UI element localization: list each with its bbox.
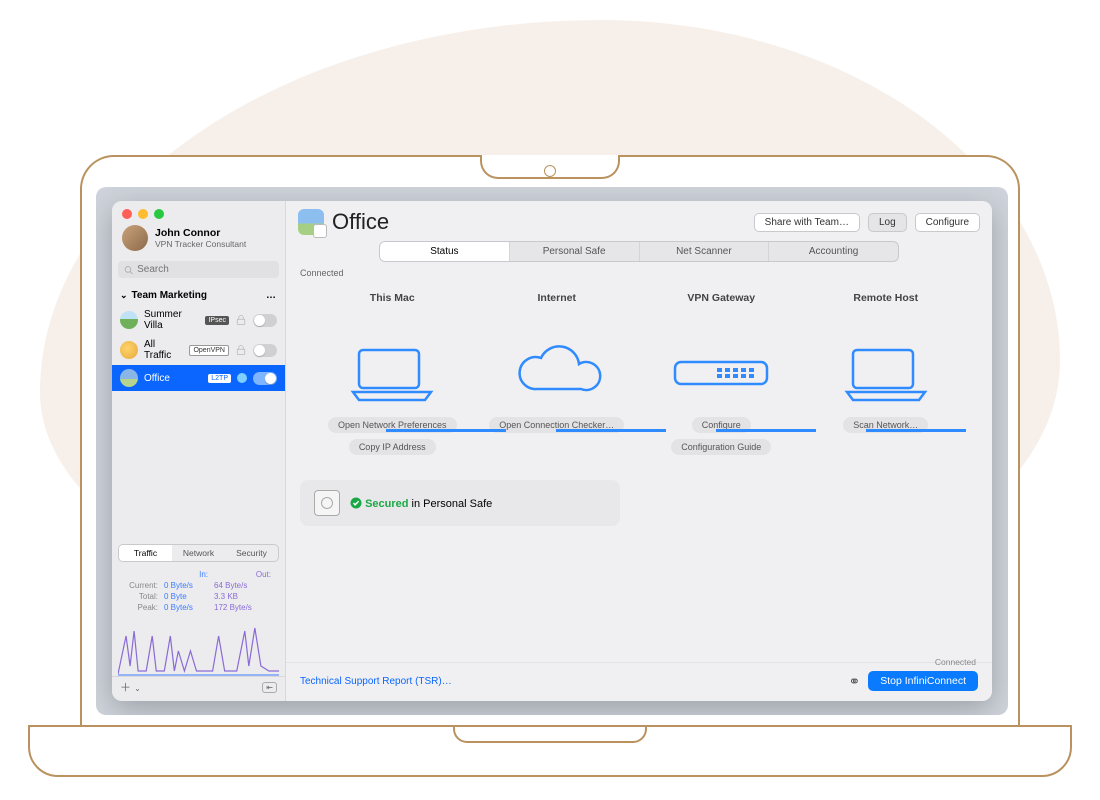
tsr-link[interactable]: Technical Support Report (TSR)… (300, 676, 452, 687)
sidebar-bottom-tabs[interactable]: Traffic Network Security (118, 544, 279, 562)
tab-personal-safe[interactable]: Personal Safe (509, 242, 639, 261)
laptop-icon (347, 344, 437, 404)
node-internet: Internet Open Connection Checker… (482, 292, 632, 436)
infiniconnect-icon: ⚭ (848, 673, 860, 690)
traffic-sparkline (118, 616, 279, 676)
connection-item-all-traffic[interactable]: All Traffic OpenVPN (112, 335, 285, 365)
tab-traffic[interactable]: Traffic (119, 545, 172, 561)
status-dot-icon (237, 373, 247, 383)
link-line (866, 429, 966, 432)
group-more-button[interactable]: … (266, 290, 277, 301)
app-window: John Connor VPN Tracker Consultant ⌄ Team… (112, 201, 992, 701)
action-config-guide[interactable]: Configuration Guide (671, 439, 771, 455)
node-remote-host: Remote Host Scan Network… (811, 292, 961, 436)
search-input[interactable] (137, 264, 273, 275)
configure-button[interactable]: Configure (915, 213, 980, 232)
laptop-base (28, 725, 1072, 777)
main-footer: Technical Support Report (TSR)… ⚭ Stop I… (286, 662, 992, 701)
tab-status[interactable]: Status (380, 242, 509, 261)
action-copy-ip[interactable]: Copy IP Address (349, 439, 436, 455)
tab-security[interactable]: Security (225, 545, 278, 561)
minimize-window-button[interactable] (138, 209, 148, 219)
main-tabs[interactable]: Status Personal Safe Net Scanner Account… (379, 241, 899, 262)
window-controls (112, 201, 285, 227)
stop-infiniconnect-button[interactable]: Stop InfiniConnect (868, 671, 978, 691)
connection-item-office[interactable]: Office L2TP (112, 365, 285, 391)
laptop-notch (480, 155, 620, 179)
search-field[interactable] (118, 261, 279, 278)
node-label: This Mac (317, 292, 467, 304)
toolbar: Office Share with Team… Log Configure (286, 201, 992, 237)
avatar (122, 225, 148, 251)
tab-network[interactable]: Network (172, 545, 225, 561)
traffic-stats: In:Out: Current:0 Byte/s64 Byte/s Total:… (112, 566, 285, 614)
laptop-lid: John Connor VPN Tracker Consultant ⌄ Team… (80, 155, 1020, 727)
add-button[interactable]: ＋ (120, 682, 131, 694)
status-text: Connected (286, 262, 992, 284)
lock-icon (235, 344, 247, 356)
group-label: Team Marketing (132, 290, 207, 301)
node-label: VPN Gateway (646, 292, 796, 304)
share-button[interactable]: Share with Team… (754, 213, 860, 232)
tab-accounting[interactable]: Accounting (768, 242, 898, 261)
connection-toggle[interactable] (253, 344, 277, 357)
footer-status-label: Connected (935, 657, 976, 667)
search-icon (124, 265, 133, 275)
router-icon (671, 354, 771, 394)
safe-status-text: Secured in Personal Safe (350, 497, 492, 510)
sidebar-group-header[interactable]: ⌄ Team Marketing … (112, 284, 285, 305)
protocol-badge: L2TP (208, 374, 231, 383)
connection-toggle[interactable] (253, 372, 277, 385)
connection-toggle[interactable] (253, 314, 277, 327)
connection-icon (120, 369, 138, 387)
node-label: Internet (482, 292, 632, 304)
chevron-down-icon: ⌄ (120, 290, 128, 300)
connection-name: Office (144, 373, 202, 384)
safe-icon (314, 490, 340, 516)
tab-net-scanner[interactable]: Net Scanner (639, 242, 769, 261)
protocol-badge: IPsec (205, 316, 229, 325)
log-button[interactable]: Log (868, 213, 907, 232)
profile-header[interactable]: John Connor VPN Tracker Consultant (112, 225, 285, 259)
connection-name: Summer Villa (144, 309, 199, 331)
main-panel: Office Share with Team… Log Configure St… (286, 201, 992, 701)
sidebar-footer: ＋ ⌄ ⇤ (112, 676, 285, 701)
collapse-sidebar-button[interactable]: ⇤ (262, 682, 277, 693)
profile-role: VPN Tracker Consultant (155, 239, 246, 249)
profile-name: John Connor (155, 227, 246, 239)
link-line (556, 429, 666, 432)
connection-large-icon (298, 209, 324, 235)
laptop-icon (841, 344, 931, 404)
connection-name: All Traffic (144, 339, 183, 361)
link-line (716, 429, 816, 432)
protocol-badge: OpenVPN (189, 345, 229, 356)
cloud-icon (507, 339, 607, 409)
connection-item-summer-villa[interactable]: Summer Villa IPsec (112, 305, 285, 335)
node-label: Remote Host (811, 292, 961, 304)
node-this-mac: This Mac Open Network Preferences Copy I… (317, 292, 467, 458)
page-title: Office (332, 209, 389, 235)
node-vpn-gateway: VPN Gateway Configure Configuration Guid… (646, 292, 796, 458)
lock-icon (235, 314, 247, 326)
close-window-button[interactable] (122, 209, 132, 219)
laptop-frame: John Connor VPN Tracker Consultant ⌄ Team… (80, 155, 1020, 755)
connection-icon (120, 311, 138, 329)
connection-icon (120, 341, 138, 359)
zoom-window-button[interactable] (154, 209, 164, 219)
screen-bezel: John Connor VPN Tracker Consultant ⌄ Team… (96, 187, 1008, 715)
personal-safe-card[interactable]: Secured in Personal Safe (300, 480, 620, 526)
add-menu-chevron-icon[interactable]: ⌄ (134, 684, 141, 693)
check-circle-icon (350, 497, 362, 509)
link-line (386, 429, 506, 432)
sidebar: John Connor VPN Tracker Consultant ⌄ Team… (112, 201, 286, 701)
